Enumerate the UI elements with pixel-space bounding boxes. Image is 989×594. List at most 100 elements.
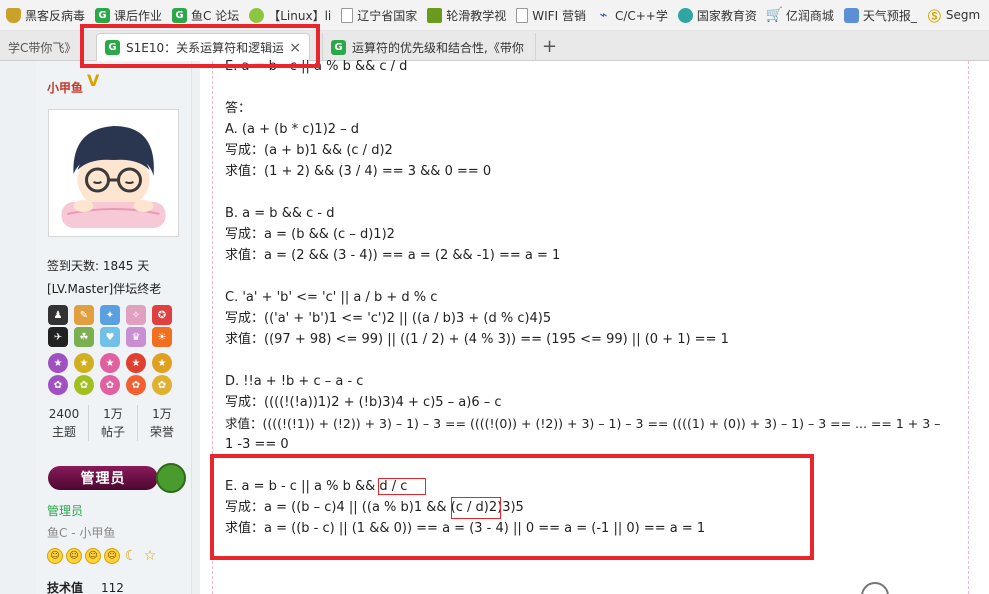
medal-icon[interactable]: ✿ bbox=[74, 375, 94, 395]
post-line: B. a = b && c - d bbox=[225, 206, 335, 221]
bookmark-item[interactable]: 国家教育资 bbox=[677, 4, 757, 26]
post-line: 写成：(a + b)1 && (c / d)2 bbox=[225, 143, 393, 158]
tab-title: 学C带你飞》 bbox=[8, 40, 77, 55]
bookmark-item[interactable]: G 课后作业 bbox=[95, 4, 162, 26]
bookmark-item[interactable]: 辽宁省国家 bbox=[341, 4, 417, 26]
sun-level-icon: ☺ bbox=[66, 548, 82, 564]
medal-icon[interactable]: ♥ bbox=[100, 327, 120, 347]
medal-icon[interactable]: ★ bbox=[126, 353, 146, 373]
medal-icon[interactable]: ♛ bbox=[126, 327, 146, 347]
user-subtitle: 鱼C - 小甲鱼 bbox=[47, 526, 116, 540]
sun-level-icon: ☺ bbox=[47, 548, 63, 564]
medal-icon[interactable]: ✦ bbox=[100, 305, 120, 325]
new-tab-button[interactable]: + bbox=[542, 36, 557, 57]
medal-icon[interactable]: ★ bbox=[74, 353, 94, 373]
user-rank: [LV.Master]伴坛终老 bbox=[47, 282, 162, 296]
bookmark-label: 亿润商城 bbox=[785, 8, 834, 23]
medal-icon[interactable]: ✈ bbox=[48, 327, 68, 347]
post-line: 求值：(1 + 2) && (3 / 4) == 3 && 0 == 0 bbox=[225, 164, 492, 179]
post-line bbox=[225, 350, 965, 371]
post-line: E. a = b - c || a % b && c / d bbox=[225, 59, 408, 74]
g-favicon-icon: G bbox=[172, 7, 188, 23]
count-posts[interactable]: 1万 帖子 bbox=[88, 405, 137, 441]
tech-value: 112 bbox=[101, 581, 124, 594]
post-line: 写成：((((!(!a))1)2 + (!b)3)4 + c)5 – a)6 –… bbox=[225, 395, 502, 410]
medal-icon[interactable]: ☀ bbox=[152, 327, 172, 347]
count-value: 1万 bbox=[152, 407, 172, 421]
post-line: 写成：a = ((b – c)4 || ((a % b)1 && (c / d)… bbox=[225, 500, 524, 515]
bookmark-label: 国家教育资 bbox=[696, 8, 757, 23]
medal-icon[interactable]: ☘ bbox=[74, 327, 94, 347]
post-line: A. (a + (b * c)1)2 – d bbox=[225, 122, 360, 137]
medal-icon[interactable]: ✿ bbox=[48, 375, 68, 395]
bookmark-label: C/C++学 bbox=[614, 8, 668, 23]
avatar-image bbox=[53, 114, 174, 232]
post-content: E. a = b - c || a % b && c / d 答： A. (a … bbox=[225, 59, 965, 539]
post-line: 求值：((97 + 98) <= 99) || ((1 / 2) + (4 % … bbox=[225, 332, 729, 347]
avatar[interactable] bbox=[48, 109, 179, 237]
count-value: 1万 bbox=[103, 407, 123, 421]
medal-row-2: ✈ ☘ ♥ ♛ ☀ bbox=[48, 327, 172, 347]
post-line: 写成：(('a' + 'b')1 <= 'c')2 || ((a / b)3 +… bbox=[225, 311, 552, 326]
bookmark-item[interactable]: ⌁ C/C++学 bbox=[596, 4, 668, 26]
tech-value-row: 技术值 112 bbox=[47, 579, 124, 594]
medal-icon[interactable]: ✿ bbox=[100, 375, 120, 395]
edu-icon bbox=[677, 7, 693, 23]
back-to-top-button[interactable] bbox=[861, 582, 889, 594]
bookmark-label: Segm bbox=[945, 8, 981, 22]
count-honor[interactable]: 1万 荣誉 bbox=[137, 405, 186, 441]
bookmark-item[interactable]: Ⓢ Segm bbox=[927, 4, 980, 26]
moon-icon: ☾ bbox=[124, 548, 138, 564]
medal-icon[interactable]: ★ bbox=[152, 353, 172, 373]
bookmark-label: 轮滑教学视 bbox=[446, 8, 507, 23]
username[interactable]: 小甲鱼 bbox=[47, 79, 83, 96]
bookmark-label: 天气预报_ bbox=[862, 8, 917, 23]
tab-previous[interactable]: 学C带你飞》 bbox=[0, 33, 90, 61]
sun-level-icon: ☺ bbox=[85, 548, 101, 564]
page: 小甲鱼 V 签到天数: 1845 天 [LV.Master]伴坛终老 ♟ ✎ ✦… bbox=[0, 59, 989, 594]
medal-icon[interactable]: ✧ bbox=[126, 305, 146, 325]
medal-icon[interactable]: ★ bbox=[48, 353, 68, 373]
admin-group-link[interactable]: 管理员 bbox=[47, 502, 83, 519]
page-icon bbox=[341, 7, 354, 23]
medal-icon[interactable]: ✿ bbox=[126, 375, 146, 395]
bookmark-label: 辽宁省国家 bbox=[357, 8, 418, 23]
bookmark-item[interactable]: 黑客反病毒 bbox=[6, 4, 85, 26]
count-topics[interactable]: 2400 主题 bbox=[40, 405, 88, 441]
user-counts: 2400 主题 1万 帖子 1万 荣誉 bbox=[40, 405, 186, 441]
post-line bbox=[225, 455, 965, 476]
medal-icon[interactable]: ✿ bbox=[152, 375, 172, 395]
bookmark-item[interactable]: 天气预报_ bbox=[843, 4, 917, 26]
vip-badge: V bbox=[87, 71, 100, 90]
medal-row-4: ✿ ✿ ✿ ✿ ✿ bbox=[48, 375, 172, 395]
bookmark-item[interactable]: 🛒 亿润商城 bbox=[766, 4, 834, 26]
g-favicon-icon: G bbox=[95, 7, 111, 23]
medal-icon[interactable]: ♟ bbox=[48, 305, 68, 325]
tab-title: 运算符的优先级和结合性,《带你 bbox=[352, 40, 524, 55]
admin-badge-label: 管理员 bbox=[48, 466, 158, 490]
tab-title: S1E10：关系运算符和逻辑运算 bbox=[126, 41, 284, 55]
medal-icon[interactable]: ✎ bbox=[74, 305, 94, 325]
post-line: C. 'a' + 'b' <= 'c' || a / b + d % c bbox=[225, 290, 438, 305]
level-icons: ☺ ☺ ☺ ☺ ☾ ☆ bbox=[47, 548, 158, 564]
bookmark-item[interactable]: WIFI 营销 bbox=[516, 4, 586, 26]
cpp-icon: ⌁ bbox=[599, 7, 608, 23]
tv-icon bbox=[427, 7, 443, 23]
bookmark-item[interactable]: 【Linux】li bbox=[249, 4, 331, 26]
sun-level-icon: ☺ bbox=[104, 548, 120, 564]
g-favicon-icon: G bbox=[331, 39, 346, 55]
count-value: 2400 bbox=[48, 407, 80, 421]
post-line: D. !!a + !b + c – a - c bbox=[225, 374, 364, 389]
medal-icon[interactable]: ★ bbox=[100, 353, 120, 373]
turtle-icon bbox=[156, 463, 186, 493]
bookmark-item[interactable]: G 鱼C 论坛 bbox=[172, 4, 239, 26]
bookmark-item[interactable]: 轮滑教学视 bbox=[427, 4, 506, 26]
leaf-icon bbox=[249, 7, 265, 23]
g-favicon-icon: G bbox=[105, 40, 120, 55]
star-icon: ☆ bbox=[143, 548, 157, 564]
page-icon bbox=[516, 7, 529, 23]
bookmarks-bar: 黑客反病毒 G 课后作业 G 鱼C 论坛 【Linux】li 辽宁省国家 轮滑教学视… bbox=[0, 0, 989, 31]
post-line: 求值：((((!(!1)) + (!2)) + 3) – 1) – 3 == (… bbox=[225, 416, 941, 431]
close-icon[interactable]: × bbox=[289, 40, 301, 56]
medal-icon[interactable]: ✪ bbox=[152, 305, 172, 325]
